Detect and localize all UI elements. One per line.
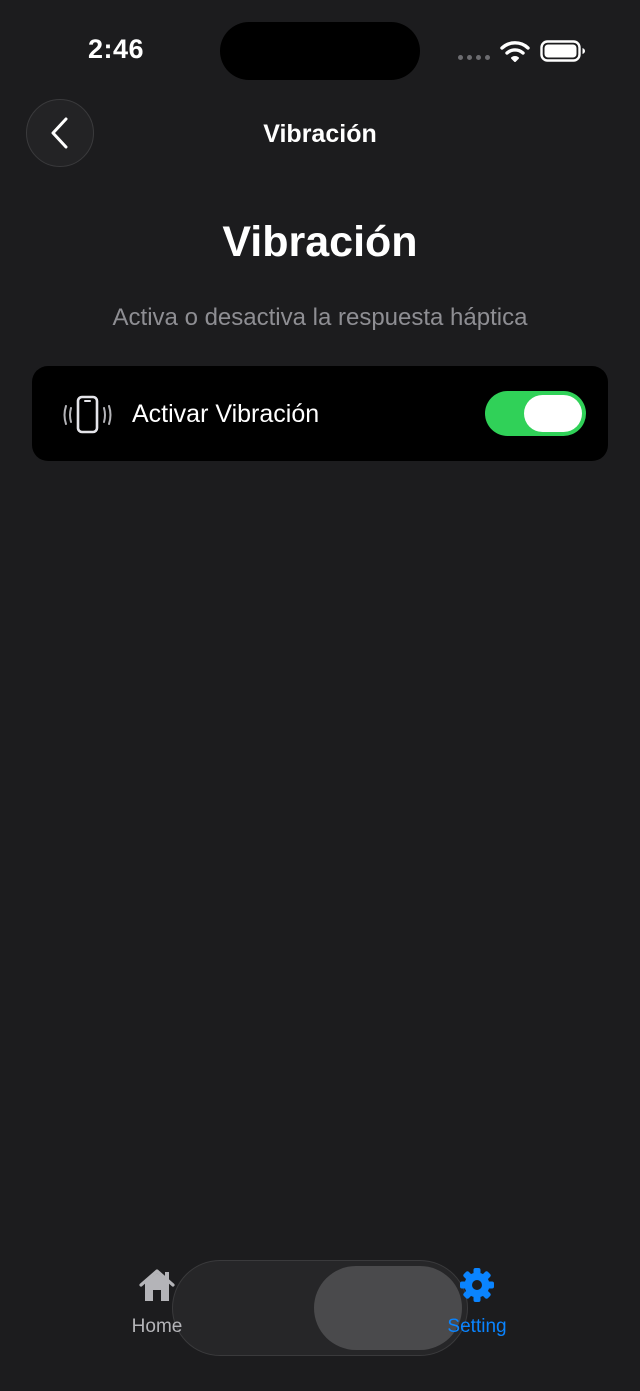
house-icon bbox=[139, 1269, 175, 1301]
status-bar: 2:46 bbox=[0, 0, 640, 100]
vibration-row-label: Activar Vibración bbox=[132, 400, 320, 428]
vibration-toggle[interactable] bbox=[485, 391, 586, 436]
tab-home-label: Home bbox=[131, 1316, 183, 1337]
cellular-signal-icon bbox=[458, 55, 490, 60]
dynamic-island bbox=[220, 22, 420, 80]
navigation-bar: Vibración bbox=[0, 96, 640, 172]
tab-setting-label: Setting bbox=[447, 1316, 507, 1337]
page-subtitle: Activa o desactiva la respuesta háptica bbox=[112, 304, 528, 331]
battery-icon bbox=[540, 40, 585, 62]
phone-vibration-icon bbox=[63, 395, 112, 434]
toggle-knob bbox=[524, 395, 582, 432]
page-title: Vibración bbox=[222, 218, 418, 266]
tab-setting[interactable]: Setting bbox=[438, 1266, 516, 1346]
wifi-icon bbox=[500, 41, 530, 62]
gear-icon bbox=[460, 1268, 494, 1302]
tab-home[interactable]: Home bbox=[118, 1266, 196, 1346]
status-time: 2:46 bbox=[88, 34, 145, 64]
tab-bar: Home Setting bbox=[0, 1250, 640, 1370]
nav-title: Vibración bbox=[263, 120, 377, 148]
